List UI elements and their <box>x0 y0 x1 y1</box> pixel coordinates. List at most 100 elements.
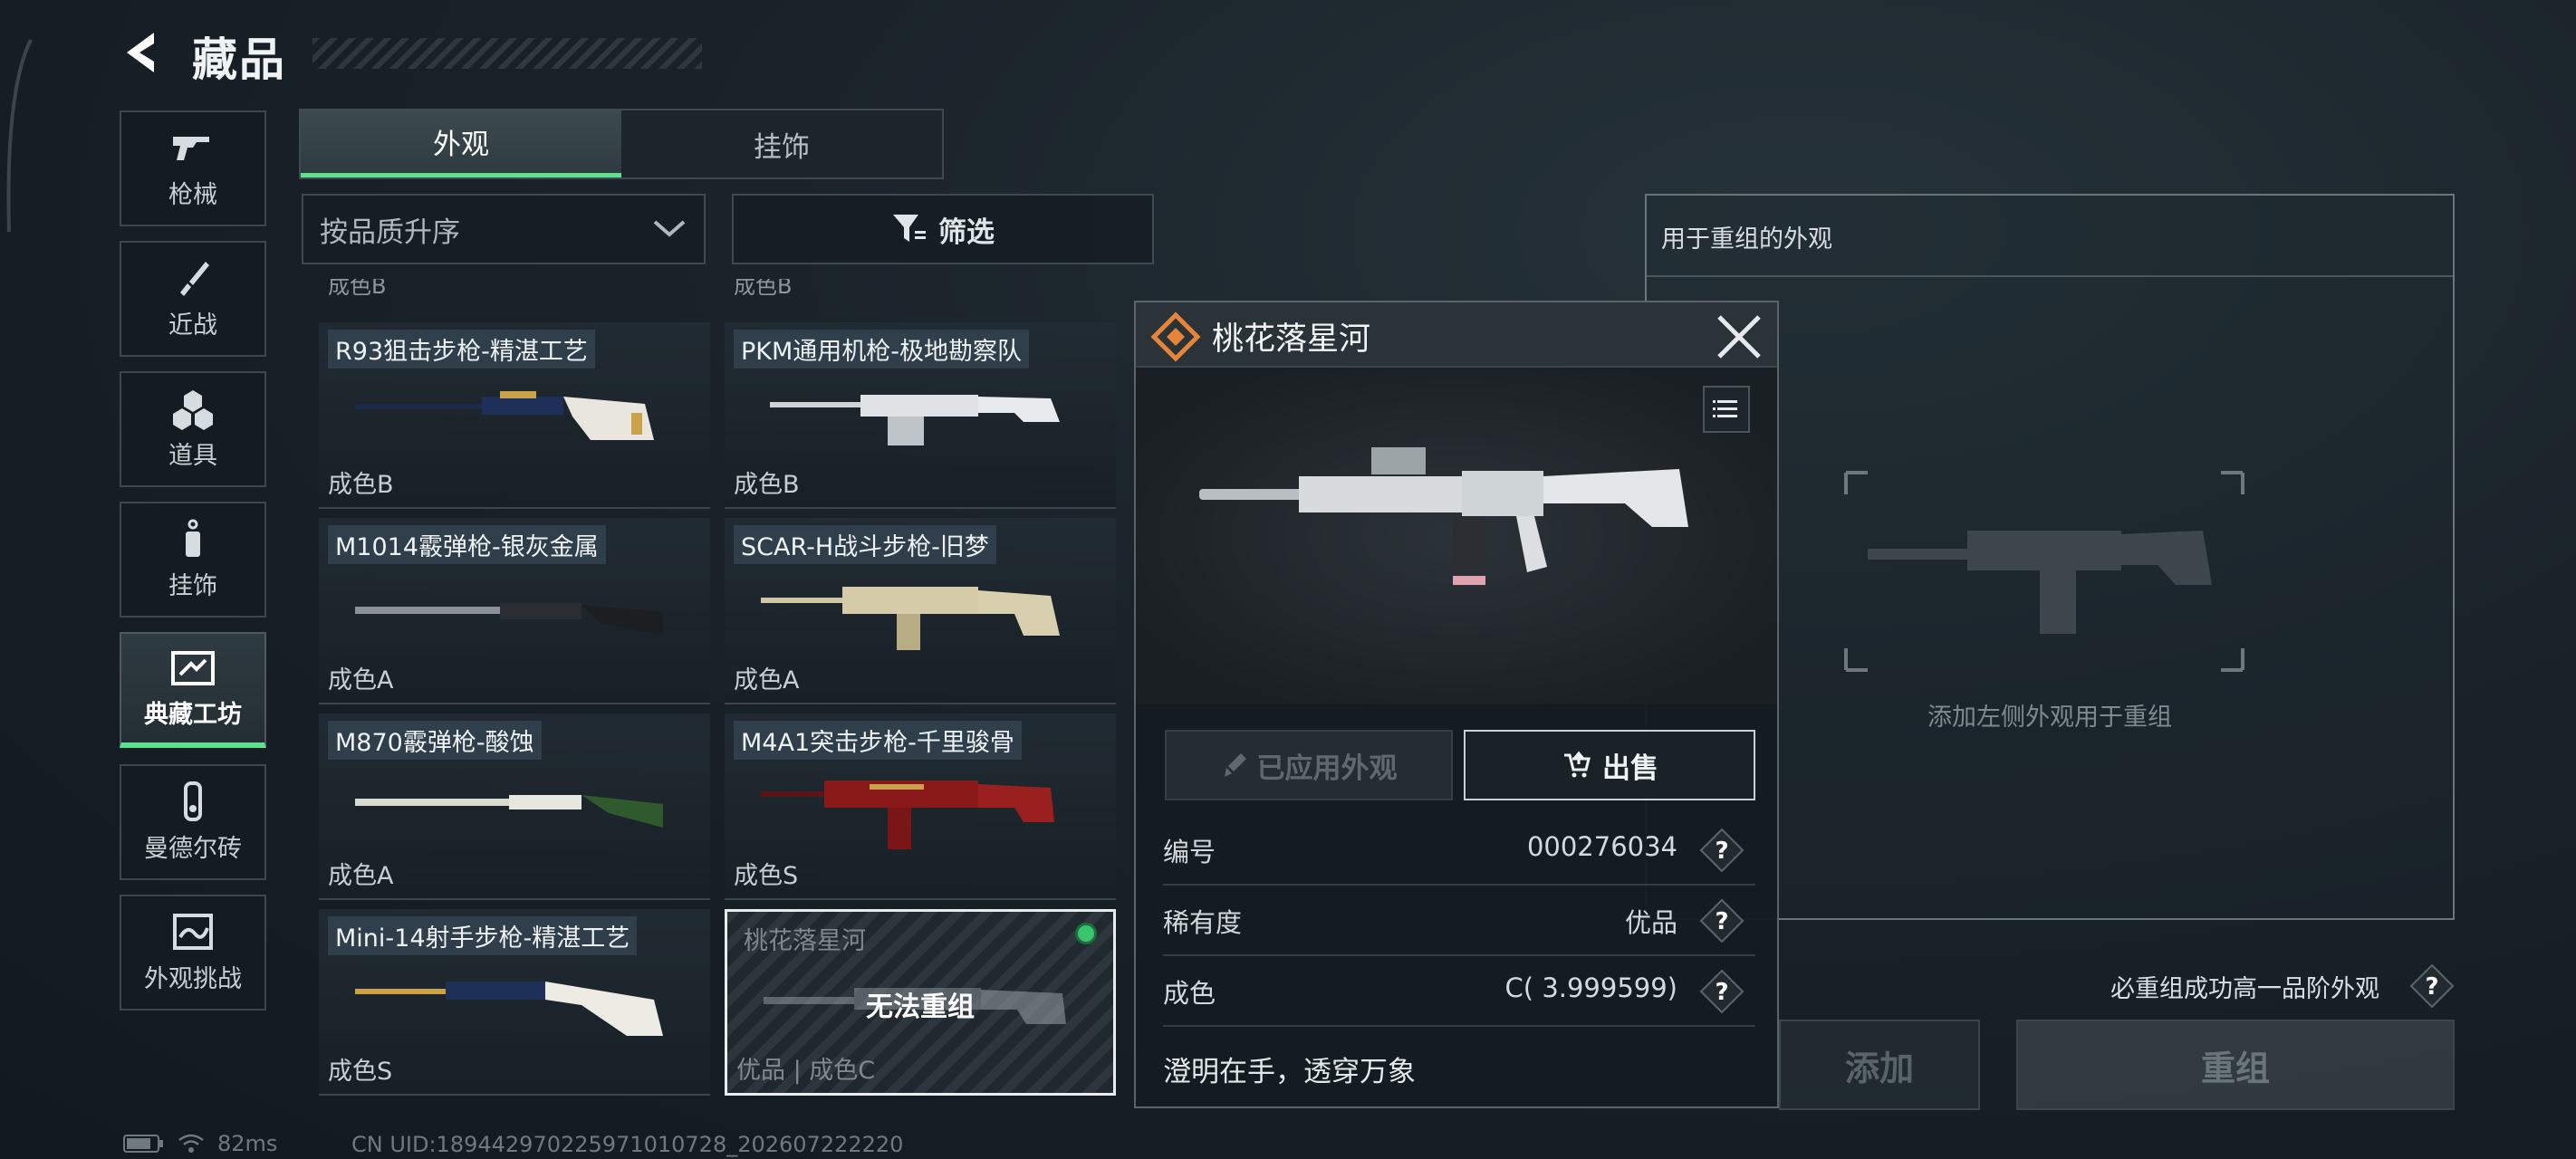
brush-icon <box>1224 753 1246 777</box>
skin-preview <box>1136 368 1777 704</box>
status-bar: 82ms <box>123 1130 277 1157</box>
divider <box>1647 275 2453 277</box>
sort-value: 按品质升序 <box>320 216 460 249</box>
skin-name: M4A1突击步枪-千里骏骨 <box>734 721 1022 760</box>
nav-item-workshop[interactable]: 典藏工坊 <box>120 632 266 748</box>
skin-name: PKM通用机枪-极地勘察队 <box>734 330 1030 369</box>
info-value: 优品 <box>1624 907 1677 938</box>
nav-item-charms[interactable]: 挂饰 <box>120 502 266 618</box>
nav-label: 外观挑战 <box>144 964 242 993</box>
tab-charms[interactable]: 挂饰 <box>621 110 942 177</box>
info-value: 000276034 <box>1526 831 1677 862</box>
category-tabs: 外观 挂饰 <box>299 109 944 179</box>
skin-card-selected[interactable]: 桃花落星河 无法重组 优品 | 成色C <box>725 909 1116 1096</box>
recombine-button[interactable]: 重组 <box>2016 1020 2455 1110</box>
skin-card[interactable]: R93狙击步枪-精湛工艺 成色B <box>319 322 710 509</box>
filter-button[interactable]: 筛选 <box>732 194 1154 264</box>
challenge-icon <box>173 913 213 950</box>
nav-item-guns[interactable]: 枪械 <box>120 110 266 226</box>
charm-icon <box>186 519 200 557</box>
nav-item-skin-challenge[interactable]: 外观挑战 <box>120 895 266 1011</box>
skin-card[interactable]: SCAR-H战斗步枪-旧梦 成色A <box>725 518 1116 704</box>
skin-detail-popup: 桃花落星河 已应用外观 出售 编号 000276034 ? 稀有度 优品 ? 成… <box>1134 301 1779 1108</box>
nav-item-items[interactable]: 道具 <box>120 371 266 487</box>
help-icon[interactable]: ? <box>1699 828 1745 873</box>
ping-value: 82ms <box>217 1131 278 1156</box>
list-icon[interactable] <box>1703 386 1750 433</box>
skin-card[interactable]: M4A1突击步枪-千里骏骨 成色S <box>725 714 1116 900</box>
rarity-diamond-icon <box>1150 311 1201 362</box>
title-decoration <box>312 38 702 69</box>
skin-condition: 成色A <box>328 666 394 694</box>
chevron-down-icon <box>653 220 686 237</box>
skin-name: R93狙击步枪-精湛工艺 <box>328 330 595 369</box>
skin-name: SCAR-H战斗步枪-旧梦 <box>734 525 996 564</box>
add-button[interactable]: 添加 <box>1779 1020 1980 1110</box>
popup-title: 桃花落星河 <box>1212 321 1371 358</box>
info-key: 稀有度 <box>1163 907 1243 938</box>
nav-label: 枪械 <box>168 180 217 209</box>
skin-card[interactable]: M1014霰弹枪-银灰金属 成色A <box>319 518 710 704</box>
skin-name: 桃花落星河 <box>744 927 866 955</box>
info-row-serial: 编号 000276034 ? <box>1163 815 1755 886</box>
skin-grid: 成色B 成色B R93狙击步枪-精湛工艺 成色B PKM通用机枪-极地勘察队 成… <box>319 279 1121 1097</box>
gun-icon <box>173 136 209 160</box>
skin-condition: 成色A <box>734 666 800 694</box>
skin-condition: 成色S <box>328 1058 393 1086</box>
sniper-rifle-image <box>355 391 654 440</box>
sell-icon <box>1564 751 1591 778</box>
header: 藏品 <box>118 20 702 89</box>
skin-card[interactable]: Mini-14射手步枪-精湛工艺 成色S <box>319 909 710 1096</box>
nav-label: 近战 <box>168 311 217 340</box>
nav-item-melee[interactable]: 近战 <box>120 241 266 357</box>
help-icon[interactable]: ? <box>1699 898 1745 943</box>
skin-condition: 成色S <box>734 862 799 890</box>
sell-button[interactable]: 出售 <box>1464 730 1755 800</box>
sell-label: 出售 <box>1602 752 1658 785</box>
svg-text:?: ? <box>1715 908 1728 935</box>
cannot-recombine-label: 无法重组 <box>866 991 975 1023</box>
popup-header: 桃花落星河 <box>1136 302 1777 368</box>
nav-label: 曼德尔砖 <box>144 834 242 863</box>
partial-card-condition: 成色B <box>734 279 793 299</box>
machine-gun-image <box>770 395 1060 445</box>
nav-item-mandel-brick[interactable]: 曼德尔砖 <box>120 764 266 880</box>
skin-name: M1014霰弹枪-银灰金属 <box>328 525 606 564</box>
close-icon[interactable] <box>1714 311 1764 362</box>
skin-condition: 优品 | 成色C <box>736 1057 876 1085</box>
brick-icon <box>184 781 202 821</box>
decorative-arc <box>6 39 33 233</box>
skin-description: 澄明在手，透穿万象 <box>1163 1056 1416 1088</box>
skin-condition: 成色B <box>328 471 394 499</box>
svg-text:?: ? <box>2425 973 2438 1001</box>
nav-label: 挂饰 <box>168 571 217 600</box>
battle-rifle-image <box>761 587 1060 650</box>
back-arrow-icon[interactable] <box>118 27 168 78</box>
marksman-rifle-image <box>355 982 663 1036</box>
applied-label: 已应用外观 <box>1256 752 1398 785</box>
grenade-icon <box>173 389 213 430</box>
partial-card-condition: 成色B <box>328 279 387 299</box>
help-icon[interactable]: ? <box>1699 969 1745 1014</box>
nav-label: 典藏工坊 <box>144 700 242 729</box>
help-icon[interactable]: ? <box>2409 963 2455 1009</box>
svg-text:?: ? <box>1715 838 1728 865</box>
filter-label: 筛选 <box>938 216 995 249</box>
tab-skins[interactable]: 外观 <box>301 110 621 177</box>
info-row-condition: 成色 C( 3.999599) ? <box>1163 956 1755 1027</box>
skin-card[interactable]: M870霰弹枪-酸蚀 成色A <box>319 714 710 900</box>
skin-card[interactable]: PKM通用机枪-极地勘察队 成色B <box>725 322 1116 509</box>
wifi-icon <box>178 1134 204 1153</box>
nav-label: 道具 <box>168 441 217 470</box>
shotgun-image <box>355 603 663 636</box>
skin-name: M870霰弹枪-酸蚀 <box>328 721 542 760</box>
info-value: C( 3.999599) <box>1504 972 1677 1003</box>
info-key: 编号 <box>1163 837 1216 867</box>
skin-condition: 成色B <box>734 471 800 499</box>
sort-dropdown[interactable]: 按品质升序 <box>302 194 706 264</box>
empty-slot-rifle-icon[interactable] <box>1841 467 2248 675</box>
shotgun-image <box>355 795 663 828</box>
skin-name: Mini-14射手步枪-精湛工艺 <box>328 916 638 955</box>
battery-icon <box>123 1135 163 1153</box>
workshop-icon <box>171 650 215 685</box>
